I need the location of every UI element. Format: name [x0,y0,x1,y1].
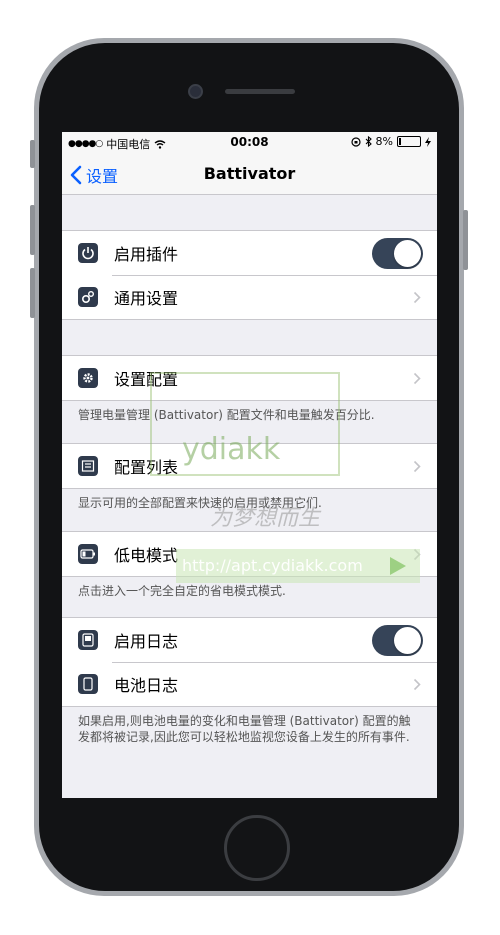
cell-low-power-mode[interactable]: 低电模式 [62,532,437,576]
cell-label: 通用设置 [114,289,179,308]
cell-label: 配置列表 [114,458,179,477]
navigation-bar: 设置 Battivator [62,154,437,195]
status-bar: ●●●●○ 中国电信 00:08 8% [62,132,437,154]
group-footer: 显示可用的全部配置来快速的启用或禁用它们. [78,496,322,510]
group-footer: 如果启用,则电池电量的变化和电量管理 (Battivator) 配置的触发都将被… [78,714,411,744]
mute-switch[interactable] [30,140,35,168]
enable-log-toggle[interactable] [372,624,423,656]
charging-icon [425,136,431,147]
battery-fill [399,138,401,145]
chevron-right-icon [413,372,421,384]
cell-config-list[interactable]: 配置列表 [62,444,437,488]
cell-label: 低电模式 [114,546,179,565]
earpiece-speaker [225,89,295,94]
cell-enable-log: 启用日志 [62,618,437,662]
settings-group-plugin: 启用插件 通用设置 [62,230,437,320]
toggle-knob [394,239,421,267]
chevron-right-icon [413,460,421,472]
cell-label: 电池日志 [114,676,179,695]
phone-screen: ●●●●○ 中国电信 00:08 8% 设置 Battivator 启用插件 通… [62,132,437,798]
chevron-right-icon [413,678,421,690]
gears-icon [78,287,98,307]
power-icon [78,243,98,263]
volume-up-button[interactable] [30,205,35,255]
cell-label: 启用插件 [114,245,179,264]
cell-enable-plugin: 启用插件 [62,231,437,275]
settings-group-config: 设置配置 [62,355,437,401]
cell-general-settings[interactable]: 通用设置 [62,275,437,319]
cell-label: 设置配置 [114,370,179,389]
list-icon [78,456,98,476]
settings-group-config-list: 配置列表 [62,443,437,489]
enable-plugin-toggle[interactable] [372,237,423,269]
chevron-right-icon [413,291,421,303]
power-button[interactable] [463,210,468,270]
cell-battery-log[interactable]: 电池日志 [62,662,437,706]
bluetooth-icon [365,136,372,147]
group-footer: 管理电量管理 (Battivator) 配置文件和电量触发百分比. [78,408,375,422]
settings-group-low-power: 低电模式 [62,531,437,577]
toggle-knob [394,626,421,654]
low-battery-icon [78,544,98,564]
battery-log-icon [78,674,98,694]
home-button[interactable] [224,815,290,881]
volume-down-button[interactable] [30,268,35,318]
log-icon [78,630,98,650]
battery-percent: 8% [375,135,393,148]
front-camera [188,84,203,99]
settings-group-logs: 启用日志 电池日志 [62,617,437,707]
battery-icon [397,136,421,147]
group-footer: 点击进入一个完全自定的省电模式模式. [78,584,286,598]
gear-icon [78,368,98,388]
rotation-lock-icon [350,136,361,147]
chevron-right-icon [413,548,421,560]
cell-label: 启用日志 [114,632,179,651]
cell-setup-config[interactable]: 设置配置 [62,356,437,400]
page-title: Battivator [203,164,296,183]
